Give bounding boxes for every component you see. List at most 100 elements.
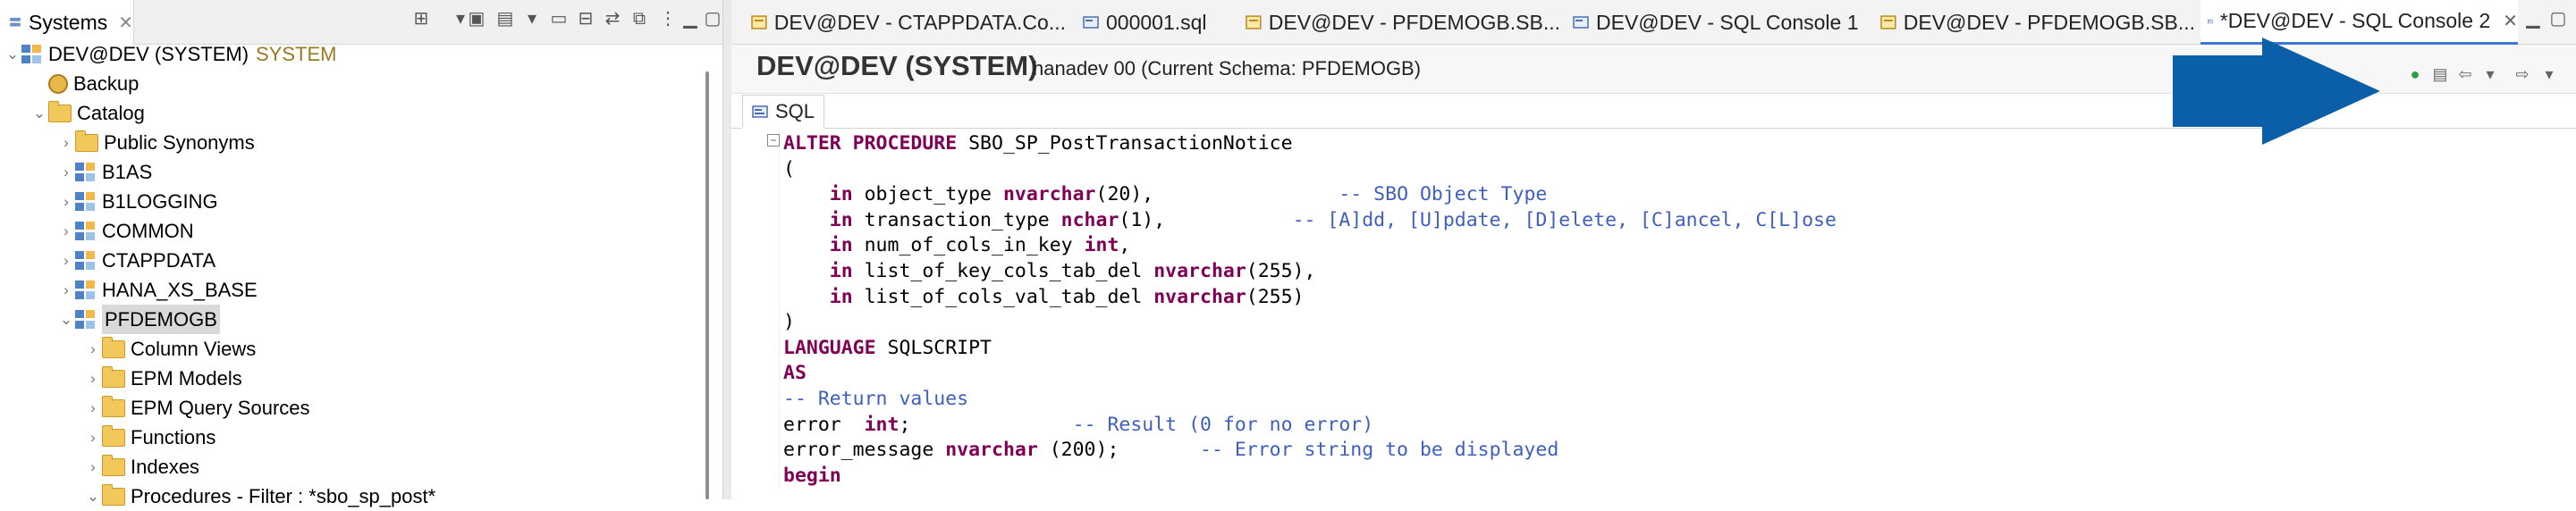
code-line[interactable]: in object_type nvarchar(20), -- SBO Obje…	[783, 181, 1548, 207]
sql-text: object_type	[852, 183, 1003, 206]
schema-icon	[75, 191, 97, 212]
tree-item[interactable]: ⌄ Procedures - Filter : *sbo_sp_post*	[84, 482, 435, 511]
sql-keyword: in	[829, 260, 853, 282]
tree-item[interactable]: ⌄ DEV@DEV (SYSTEM) SYSTEM	[4, 39, 337, 69]
forward-icon[interactable]: ⇨	[2513, 64, 2532, 84]
tree-item[interactable]: › COMMON	[57, 216, 194, 246]
chevron-down-icon[interactable]: ⌄	[30, 98, 48, 128]
dropdown-icon[interactable]: ▾	[2539, 64, 2559, 84]
code-line[interactable]: begin	[783, 463, 841, 489]
editor-tab[interactable]: DEV@DEV - PFDEMOGB.SB...	[1238, 0, 1560, 45]
back-icon[interactable]: ⇦	[2455, 64, 2475, 84]
filter-icon[interactable]: ⧉	[626, 5, 653, 32]
code-line[interactable]: ALTER PROCEDURE SBO_SP_PostTransactionNo…	[783, 130, 1293, 156]
systems-tab[interactable]: Systems ✕	[0, 0, 134, 45]
close-icon[interactable]: ✕	[118, 12, 133, 34]
code-line[interactable]: -- Return values	[783, 386, 968, 412]
sql-keyword: AS	[783, 362, 807, 385]
sql-text: ,	[1119, 234, 1131, 257]
tree-item[interactable]: › HANA_XS_BASE	[57, 275, 258, 305]
tree-item[interactable]: › EPM Models	[84, 364, 242, 393]
code-line[interactable]: in list_of_key_cols_tab_del nvarchar(255…	[783, 258, 1316, 284]
panel-splitter[interactable]	[722, 0, 731, 499]
code-line[interactable]: in num_of_cols_in_key int,	[783, 232, 1131, 258]
code-line[interactable]: AS	[783, 360, 807, 386]
link-icon[interactable]: ⇄	[599, 5, 626, 32]
tree-item-label: Procedures - Filter : *sbo_sp_post*	[131, 485, 436, 507]
tree-item[interactable]: › Indexes	[84, 452, 199, 482]
sql-keyword: in	[829, 285, 853, 308]
save-icon[interactable]: ▣	[463, 5, 490, 32]
tree-item[interactable]: › B1AS	[57, 157, 152, 187]
editor-tab-label: DEV@DEV - PFDEMOGB.SB...	[1903, 10, 2195, 34]
chevron-right-icon[interactable]: ›	[57, 157, 75, 187]
chevron-right-icon[interactable]: ›	[84, 423, 102, 452]
chevron-down-icon[interactable]: ⌄	[57, 305, 75, 334]
tree-item[interactable]: › Public Synonyms	[57, 128, 255, 157]
chevron-right-icon[interactable]: ›	[84, 393, 102, 423]
tree-item[interactable]: Backup	[30, 69, 139, 98]
chevron-down-icon[interactable]: ⌄	[84, 482, 102, 511]
tree-item-label: EPM Query Sources	[131, 397, 310, 419]
editor-tab-label: DEV@DEV - PFDEMOGB.SB...	[1268, 10, 1560, 34]
chevron-right-icon[interactable]: ›	[57, 128, 75, 157]
new-connection-icon[interactable]: ⊞	[408, 5, 435, 32]
tree-item-label: Public Synonyms	[104, 131, 255, 154]
tree-item[interactable]: › B1LOGGING	[57, 187, 217, 216]
code-line[interactable]: in list_of_cols_val_tab_del nvarchar(255…	[783, 284, 1305, 310]
tree-item[interactable]: › EPM Query Sources	[84, 393, 310, 423]
sql-comment: -- Error string to be displayed	[1200, 439, 1559, 462]
collapse-all-icon[interactable]: ⊟	[572, 5, 599, 32]
code-line[interactable]: (	[783, 156, 795, 182]
tree-item[interactable]: › Functions	[84, 423, 215, 452]
chevron-right-icon[interactable]: ›	[84, 334, 102, 364]
chevron-right-icon[interactable]: ›	[57, 246, 75, 275]
chevron-right-icon[interactable]: ›	[57, 187, 75, 216]
code-line[interactable]: in transaction_type nchar(1), -- [A]dd, …	[783, 207, 1837, 233]
fold-icon[interactable]: −	[767, 134, 780, 147]
folder-icon	[48, 100, 72, 122]
sql-text: list_of_cols_val_tab_del	[852, 285, 1154, 308]
editor-bottom	[731, 490, 2576, 499]
editor-tab[interactable]: 000001.sql	[1076, 0, 1228, 45]
tree-item[interactable]: ⌄ PFDEMOGB	[57, 305, 220, 334]
tree-item-label: HANA_XS_BASE	[102, 279, 258, 301]
editor-tab-label: DEV@DEV - CTAPPDATA.Co...	[773, 10, 1066, 34]
maximize-icon[interactable]: ▢	[2545, 5, 2572, 32]
sql-text: error_message	[783, 439, 946, 462]
close-icon[interactable]: ✕	[2503, 10, 2518, 32]
chevron-down-icon[interactable]: ⌄	[4, 39, 21, 69]
sql-keyword: nvarchar	[1002, 183, 1096, 206]
editor-tab[interactable]: DEV@DEV - CTAPPDATA.Co...	[744, 0, 1066, 45]
sql-text: SBO_SP_PostTransactionNotice	[957, 132, 1293, 155]
code-line[interactable]: error_message nvarchar (200); -- Error s…	[783, 437, 1558, 463]
chevron-right-icon[interactable]: ›	[84, 364, 102, 393]
sql-comment: -- Result (0 for no error)	[1072, 413, 1374, 436]
schema-icon	[75, 221, 97, 241]
sql-console-icon[interactable]: ▭	[545, 5, 572, 32]
chevron-right-icon[interactable]: ›	[57, 275, 75, 305]
backup-icon	[48, 73, 68, 94]
code-line[interactable]: )	[783, 309, 795, 335]
sql-text: (255),	[1246, 260, 1316, 282]
layout-icon[interactable]: ▤	[492, 5, 519, 32]
sql-subtab[interactable]: SQL	[742, 95, 825, 129]
code-line[interactable]: LANGUAGE SQLSCRIPT	[783, 335, 992, 361]
explain-icon[interactable]: ▤	[2430, 64, 2450, 84]
tree-item[interactable]: › Column Views	[84, 334, 256, 364]
minimize-icon[interactable]: ▁	[2520, 5, 2546, 32]
tree-scrollbar-thumb[interactable]	[705, 71, 709, 499]
execute-icon[interactable]: ●	[2405, 64, 2425, 84]
dropdown-icon[interactable]: ▾	[519, 5, 545, 32]
sql-text: num_of_cols_in_key	[852, 234, 1085, 257]
chevron-right-icon[interactable]: ›	[57, 216, 75, 246]
chevron-right-icon[interactable]: ›	[84, 452, 102, 482]
code-line[interactable]: error int; -- Result (0 for no error)	[783, 412, 1373, 438]
dropdown-icon[interactable]: ▾	[2480, 64, 2500, 84]
sql-text: error	[783, 413, 865, 436]
editor-tab[interactable]: DEV@DEV - PFDEMOGB.SB...	[1873, 0, 2195, 45]
editor-tab[interactable]: DEV@DEV - SQL Console 1	[1566, 0, 1861, 45]
tree-item[interactable]: ⌄ Catalog	[30, 98, 145, 128]
tree-item[interactable]: › CTAPPDATA	[57, 246, 215, 275]
